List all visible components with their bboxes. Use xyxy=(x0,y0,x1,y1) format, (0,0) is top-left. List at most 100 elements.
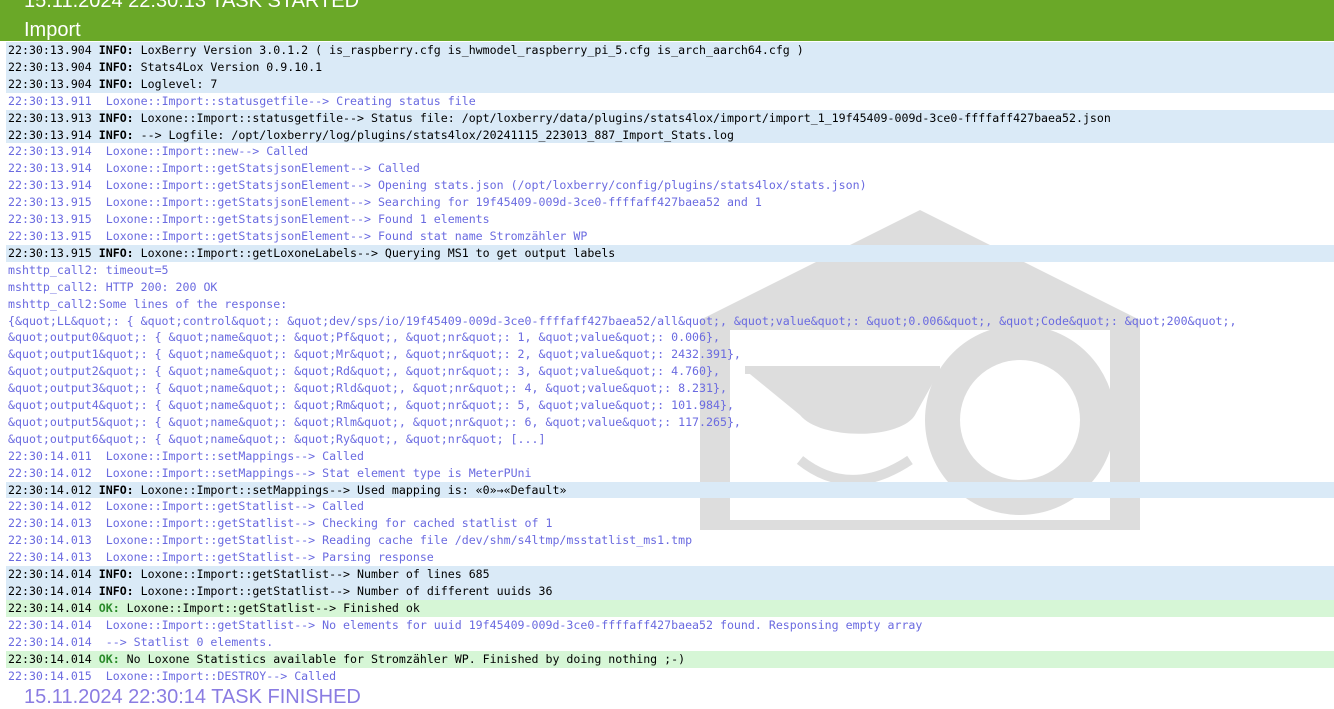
log-line: mshttp_call2: timeout=5 xyxy=(6,262,1334,279)
log-message: Loxone::Import::DESTROY--> Called xyxy=(98,668,337,683)
log-message: LoxBerry Version 3.0.1.2 ( is_raspberry.… xyxy=(133,43,804,57)
log-line: 22:30:13.904 INFO: LoxBerry Version 3.0.… xyxy=(6,42,1334,59)
log-line: 22:30:14.013 Loxone::Import::getStatlist… xyxy=(6,549,1334,566)
task-header: 15.11.2024 22:30:13 TASK STARTED Import xyxy=(0,0,1334,41)
log-line: 22:30:13.914 Loxone::Import::new--> Call… xyxy=(6,143,1334,160)
log-message: &quot;output0&quot;: { &quot;name&quot;:… xyxy=(8,330,720,345)
log-message: Loxone::Import::setMappings--> Stat elem… xyxy=(98,465,532,480)
log-message: Loxone::Import::getStatlist--> Number of… xyxy=(133,567,490,582)
log-line: 22:30:13.914 INFO: --> Logfile: /opt/lox… xyxy=(6,126,1334,144)
task-finished-text: 15.11.2024 22:30:14 TASK FINISHED xyxy=(24,686,361,708)
log-line: 22:30:13.913 INFO: Loxone::Import::statu… xyxy=(6,109,1334,127)
log-message: Loxone::Import::getStatsjsonElement--> C… xyxy=(98,161,420,176)
log-message: Loxone::Import::statusgetfile--> Status … xyxy=(133,110,1111,125)
log-line: mshttp_call2: HTTP 200: 200 OK xyxy=(6,279,1334,296)
log-timestamp: 22:30:14.014 xyxy=(8,634,92,649)
log-timestamp: 22:30:13.915 xyxy=(8,212,92,227)
log-timestamp: 22:30:14.012 xyxy=(8,465,92,480)
log-message: &quot;output4&quot;: { &quot;name&quot;:… xyxy=(8,398,734,413)
log-timestamp: 22:30:14.015 xyxy=(8,668,92,683)
log-message: Loxone::Import::getStatsjsonElement--> F… xyxy=(98,212,490,227)
log-level: INFO: xyxy=(98,245,134,260)
log-line: mshttp_call2:Some lines of the response: xyxy=(6,296,1334,313)
log-timestamp: 22:30:14.011 xyxy=(8,448,92,463)
log-line: 22:30:13.915 Loxone::Import::getStatsjso… xyxy=(6,194,1334,211)
log-message: Loxone::Import::setMappings--> Called xyxy=(98,448,364,463)
log-line: 22:30:13.915 INFO: Loxone::Import::getLo… xyxy=(6,244,1334,262)
page-title: Import xyxy=(24,19,81,41)
log-timestamp: 22:30:13.904 xyxy=(8,43,92,57)
log-line: 22:30:14.013 Loxone::Import::getStatlist… xyxy=(6,515,1334,532)
log-message: mshttp_call2: timeout=5 xyxy=(8,262,169,277)
log-line: {&quot;LL&quot;: { &quot;control&quot;: … xyxy=(6,313,1334,330)
log-line: &quot;output6&quot;: { &quot;name&quot;:… xyxy=(6,431,1334,448)
log-line: 22:30:13.915 Loxone::Import::getStatsjso… xyxy=(6,211,1334,228)
log-message: Loxone::Import::getStatlist--> Parsing r… xyxy=(98,550,434,565)
log-line: &quot;output1&quot;: { &quot;name&quot;:… xyxy=(6,346,1334,363)
log-message: {&quot;LL&quot;: { &quot;control&quot;: … xyxy=(8,313,1237,328)
log-timestamp: 22:30:14.013 xyxy=(8,533,92,548)
log-message: Loxone::Import::setMappings--> Used mapp… xyxy=(133,482,567,497)
log-line: &quot;output0&quot;: { &quot;name&quot;:… xyxy=(6,329,1334,346)
log-level: INFO: xyxy=(98,59,134,74)
log-line: &quot;output2&quot;: { &quot;name&quot;:… xyxy=(6,363,1334,380)
log-timestamp: 22:30:13.915 xyxy=(8,228,92,243)
log-timestamp: 22:30:14.014 xyxy=(8,600,92,615)
log-line: 22:30:13.915 Loxone::Import::getStatsjso… xyxy=(6,228,1334,245)
log-timestamp: 22:30:13.911 xyxy=(8,93,92,108)
log-message: Loxone::Import::getStatlist--> No elemen… xyxy=(98,617,923,632)
log-timestamp: 22:30:13.914 xyxy=(8,161,92,176)
log-timestamp: 22:30:13.915 xyxy=(8,195,92,210)
log-line: 22:30:14.015 Loxone::Import::DESTROY--> … xyxy=(6,668,1334,685)
task-started-text: 15.11.2024 22:30:13 TASK STARTED xyxy=(24,0,360,12)
log-timestamp: 22:30:14.014 xyxy=(8,584,92,598)
log-message: &quot;output5&quot;: { &quot;name&quot;:… xyxy=(8,414,741,429)
log-message: Loxone::Import::new--> Called xyxy=(98,144,309,159)
log-timestamp: 22:30:13.913 xyxy=(8,110,92,125)
log-line: 22:30:13.911 Loxone::Import::statusgetfi… xyxy=(6,93,1334,110)
log-message: Loxone::Import::getStatlist--> Reading c… xyxy=(98,533,693,548)
log-timestamp: 22:30:14.013 xyxy=(8,550,92,565)
log-message: mshttp_call2:Some lines of the response: xyxy=(8,296,288,311)
log-line: 22:30:14.012 Loxone::Import::getStatlist… xyxy=(6,498,1334,515)
log-message: &quot;output3&quot;: { &quot;name&quot;:… xyxy=(8,381,727,396)
log-message: &quot;output2&quot;: { &quot;name&quot;:… xyxy=(8,364,720,379)
log-message: Loxone::Import::getStatsjsonElement--> O… xyxy=(98,178,867,193)
log-line: &quot;output4&quot;: { &quot;name&quot;:… xyxy=(6,397,1334,414)
log-message: &quot;output6&quot;: { &quot;name&quot;:… xyxy=(8,431,546,446)
log-level: INFO: xyxy=(98,43,134,57)
log-timestamp: 22:30:14.013 xyxy=(8,516,92,531)
log-line: &quot;output5&quot;: { &quot;name&quot;:… xyxy=(6,414,1334,431)
log-message: Loxone::Import::getStatlist--> Called xyxy=(98,499,364,514)
log-timestamp: 22:30:14.012 xyxy=(8,482,92,497)
log-line: 22:30:14.012 INFO: Loxone::Import::setMa… xyxy=(6,481,1334,499)
log-timestamp: 22:30:13.914 xyxy=(8,127,92,142)
log-line: 22:30:14.014 INFO: Loxone::Import::getSt… xyxy=(6,566,1334,583)
log-line: 22:30:14.014 Loxone::Import::getStatlist… xyxy=(6,617,1334,634)
log-timestamp: 22:30:14.014 xyxy=(8,617,92,632)
log-message: Loxone::Import::getStatsjsonElement--> S… xyxy=(98,195,762,210)
log-message: &quot;output1&quot;: { &quot;name&quot;:… xyxy=(8,347,741,362)
log-message: Loxone::Import::statusgetfile--> Creatin… xyxy=(98,93,476,108)
log-message: Loxone::Import::getStatlist--> Checking … xyxy=(98,516,553,531)
log-message: Loxone::Import::getLoxoneLabels--> Query… xyxy=(133,245,616,260)
log-level: INFO: xyxy=(98,127,134,142)
log-message: Loxone::Import::getStatsjsonElement--> F… xyxy=(98,228,588,243)
log-line: 22:30:14.014 OK: Loxone::Import::getStat… xyxy=(6,599,1334,617)
log-line: 22:30:14.014 --> Statlist 0 elements. xyxy=(6,634,1334,651)
log-line: 22:30:13.904 INFO: Loglevel: 7 xyxy=(6,75,1334,93)
log-message: --> Logfile: /opt/loxberry/log/plugins/s… xyxy=(133,127,734,142)
log-timestamp: 22:30:14.014 xyxy=(8,651,92,666)
log-line: 22:30:14.011 Loxone::Import::setMappings… xyxy=(6,448,1334,465)
log-timestamp: 22:30:14.014 xyxy=(8,567,92,582)
log-output: 22:30:13.904 INFO: LoxBerry Version 3.0.… xyxy=(6,42,1334,684)
log-line: 22:30:14.014 INFO: Loxone::Import::getSt… xyxy=(6,583,1334,600)
log-level: INFO: xyxy=(98,584,134,598)
log-message: Loxone::Import::getStatlist--> Number of… xyxy=(133,584,553,598)
log-level: INFO: xyxy=(98,110,134,125)
log-level: INFO: xyxy=(98,482,134,497)
log-level: INFO: xyxy=(98,76,134,91)
log-message: No Loxone Statistics available for Strom… xyxy=(119,651,686,666)
log-line: 22:30:14.013 Loxone::Import::getStatlist… xyxy=(6,532,1334,549)
log-line: 22:30:13.904 INFO: Stats4Lox Version 0.9… xyxy=(6,58,1334,76)
